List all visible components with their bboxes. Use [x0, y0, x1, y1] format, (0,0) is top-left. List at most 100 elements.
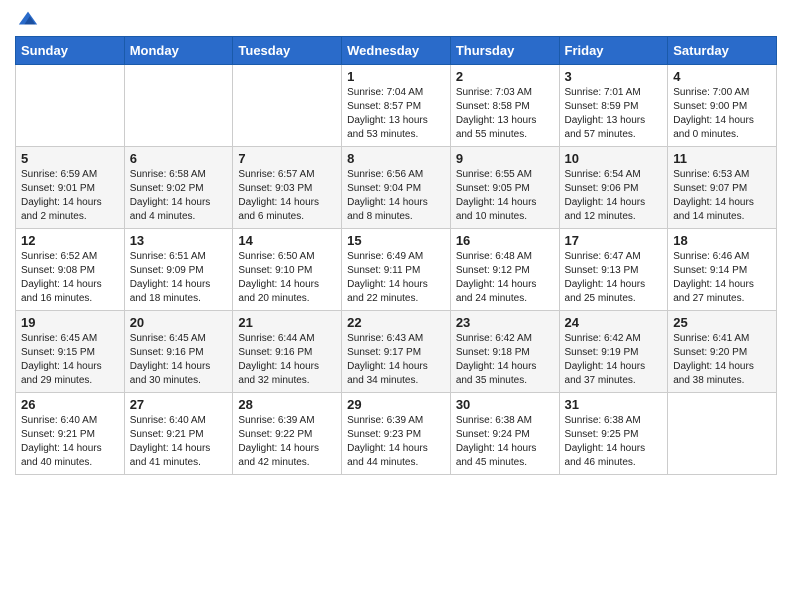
day-info: Sunrise: 6:46 AM Sunset: 9:14 PM Dayligh…	[673, 250, 771, 306]
calendar-day-cell: 27 Sunrise: 6:40 AM Sunset: 9:21 PM Dayli…	[124, 393, 233, 475]
day-number: 25	[673, 315, 771, 330]
calendar-day-cell: 23 Sunrise: 6:42 AM Sunset: 9:18 PM Dayli…	[450, 311, 559, 393]
day-info: Sunrise: 6:59 AM Sunset: 9:01 PM Dayligh…	[21, 168, 119, 224]
day-info: Sunrise: 6:50 AM Sunset: 9:10 PM Dayligh…	[238, 250, 336, 306]
day-info: Sunrise: 6:38 AM Sunset: 9:25 PM Dayligh…	[565, 414, 663, 470]
calendar-day-cell: 30 Sunrise: 6:38 AM Sunset: 9:24 PM Dayli…	[450, 393, 559, 475]
day-info: Sunrise: 6:40 AM Sunset: 9:21 PM Dayligh…	[21, 414, 119, 470]
day-number: 22	[347, 315, 445, 330]
day-info: Sunrise: 7:03 AM Sunset: 8:58 PM Dayligh…	[456, 86, 554, 142]
calendar-day-cell: 15 Sunrise: 6:49 AM Sunset: 9:11 PM Dayli…	[342, 229, 451, 311]
day-number: 30	[456, 397, 554, 412]
day-number: 3	[565, 69, 663, 84]
day-info: Sunrise: 6:49 AM Sunset: 9:11 PM Dayligh…	[347, 250, 445, 306]
day-info: Sunrise: 7:00 AM Sunset: 9:00 PM Dayligh…	[673, 86, 771, 142]
day-info: Sunrise: 6:53 AM Sunset: 9:07 PM Dayligh…	[673, 168, 771, 224]
day-info: Sunrise: 6:56 AM Sunset: 9:04 PM Dayligh…	[347, 168, 445, 224]
day-info: Sunrise: 6:40 AM Sunset: 9:21 PM Dayligh…	[130, 414, 228, 470]
calendar-day-cell: 21 Sunrise: 6:44 AM Sunset: 9:16 PM Dayli…	[233, 311, 342, 393]
day-info: Sunrise: 6:58 AM Sunset: 9:02 PM Dayligh…	[130, 168, 228, 224]
calendar-day-cell: 5 Sunrise: 6:59 AM Sunset: 9:01 PM Daylig…	[16, 147, 125, 229]
day-number: 6	[130, 151, 228, 166]
calendar-day-cell: 14 Sunrise: 6:50 AM Sunset: 9:10 PM Dayli…	[233, 229, 342, 311]
day-info: Sunrise: 6:39 AM Sunset: 9:22 PM Dayligh…	[238, 414, 336, 470]
calendar-day-cell: 8Sunrise: 6:56 AM Sunset: 9:04 PM Daylig…	[342, 147, 451, 229]
day-number: 27	[130, 397, 228, 412]
day-info: Sunrise: 6:54 AM Sunset: 9:06 PM Dayligh…	[565, 168, 663, 224]
day-number: 17	[565, 233, 663, 248]
day-number: 19	[21, 315, 119, 330]
day-of-week-header: Thursday	[450, 37, 559, 65]
calendar-week-row: 12Sunrise: 6:52 AM Sunset: 9:08 PM Dayli…	[16, 229, 777, 311]
calendar-day-cell: 16 Sunrise: 6:48 AM Sunset: 9:12 PM Dayli…	[450, 229, 559, 311]
day-of-week-header: Friday	[559, 37, 668, 65]
day-info: Sunrise: 6:47 AM Sunset: 9:13 PM Dayligh…	[565, 250, 663, 306]
day-info: Sunrise: 6:45 AM Sunset: 9:16 PM Dayligh…	[130, 332, 228, 388]
day-info: Sunrise: 6:55 AM Sunset: 9:05 PM Dayligh…	[456, 168, 554, 224]
day-info: Sunrise: 6:51 AM Sunset: 9:09 PM Dayligh…	[130, 250, 228, 306]
day-number: 9	[456, 151, 554, 166]
calendar-day-cell: 29 Sunrise: 6:39 AM Sunset: 9:23 PM Dayli…	[342, 393, 451, 475]
day-number: 28	[238, 397, 336, 412]
calendar-empty-cell	[124, 65, 233, 147]
calendar-day-cell: 31 Sunrise: 6:38 AM Sunset: 9:25 PM Dayli…	[559, 393, 668, 475]
calendar-day-cell: 4Sunrise: 7:00 AM Sunset: 9:00 PM Daylig…	[668, 65, 777, 147]
calendar-week-row: 1 Sunrise: 7:04 AM Sunset: 8:57 PM Daylig…	[16, 65, 777, 147]
calendar-day-cell: 28 Sunrise: 6:39 AM Sunset: 9:22 PM Dayli…	[233, 393, 342, 475]
calendar-day-cell: 24 Sunrise: 6:42 AM Sunset: 9:19 PM Dayli…	[559, 311, 668, 393]
day-number: 15	[347, 233, 445, 248]
calendar-header-row: SundayMondayTuesdayWednesdayThursdayFrid…	[16, 37, 777, 65]
calendar-week-row: 19 Sunrise: 6:45 AM Sunset: 9:15 PM Dayli…	[16, 311, 777, 393]
day-number: 23	[456, 315, 554, 330]
calendar-day-cell: 3Sunrise: 7:01 AM Sunset: 8:59 PM Daylig…	[559, 65, 668, 147]
day-info: Sunrise: 6:52 AM Sunset: 9:08 PM Dayligh…	[21, 250, 119, 306]
calendar-day-cell: 7 Sunrise: 6:57 AM Sunset: 9:03 PM Daylig…	[233, 147, 342, 229]
calendar-week-row: 5 Sunrise: 6:59 AM Sunset: 9:01 PM Daylig…	[16, 147, 777, 229]
day-info: Sunrise: 6:57 AM Sunset: 9:03 PM Dayligh…	[238, 168, 336, 224]
day-number: 29	[347, 397, 445, 412]
calendar-day-cell: 12Sunrise: 6:52 AM Sunset: 9:08 PM Dayli…	[16, 229, 125, 311]
day-number: 7	[238, 151, 336, 166]
day-number: 24	[565, 315, 663, 330]
day-number: 31	[565, 397, 663, 412]
calendar-day-cell: 9 Sunrise: 6:55 AM Sunset: 9:05 PM Daylig…	[450, 147, 559, 229]
day-number: 26	[21, 397, 119, 412]
day-info: Sunrise: 6:42 AM Sunset: 9:19 PM Dayligh…	[565, 332, 663, 388]
day-info: Sunrise: 6:45 AM Sunset: 9:15 PM Dayligh…	[21, 332, 119, 388]
day-info: Sunrise: 7:04 AM Sunset: 8:57 PM Dayligh…	[347, 86, 445, 142]
calendar-day-cell: 19 Sunrise: 6:45 AM Sunset: 9:15 PM Dayli…	[16, 311, 125, 393]
day-info: Sunrise: 6:43 AM Sunset: 9:17 PM Dayligh…	[347, 332, 445, 388]
day-of-week-header: Tuesday	[233, 37, 342, 65]
day-info: Sunrise: 6:41 AM Sunset: 9:20 PM Dayligh…	[673, 332, 771, 388]
day-info: Sunrise: 6:39 AM Sunset: 9:23 PM Dayligh…	[347, 414, 445, 470]
calendar-day-cell: 13 Sunrise: 6:51 AM Sunset: 9:09 PM Dayli…	[124, 229, 233, 311]
calendar-day-cell: 1 Sunrise: 7:04 AM Sunset: 8:57 PM Daylig…	[342, 65, 451, 147]
day-info: Sunrise: 6:48 AM Sunset: 9:12 PM Dayligh…	[456, 250, 554, 306]
day-number: 14	[238, 233, 336, 248]
day-info: Sunrise: 6:42 AM Sunset: 9:18 PM Dayligh…	[456, 332, 554, 388]
logo	[15, 10, 39, 26]
logo-icon	[17, 8, 39, 30]
calendar-day-cell: 6 Sunrise: 6:58 AM Sunset: 9:02 PM Daylig…	[124, 147, 233, 229]
page: SundayMondayTuesdayWednesdayThursdayFrid…	[0, 0, 792, 490]
calendar-day-cell: 18 Sunrise: 6:46 AM Sunset: 9:14 PM Dayli…	[668, 229, 777, 311]
day-number: 18	[673, 233, 771, 248]
day-number: 21	[238, 315, 336, 330]
day-info: Sunrise: 6:44 AM Sunset: 9:16 PM Dayligh…	[238, 332, 336, 388]
day-of-week-header: Wednesday	[342, 37, 451, 65]
day-number: 16	[456, 233, 554, 248]
header	[15, 10, 777, 26]
day-of-week-header: Monday	[124, 37, 233, 65]
day-number: 20	[130, 315, 228, 330]
calendar-empty-cell	[16, 65, 125, 147]
calendar-empty-cell	[233, 65, 342, 147]
day-number: 2	[456, 69, 554, 84]
calendar-day-cell: 11Sunrise: 6:53 AM Sunset: 9:07 PM Dayli…	[668, 147, 777, 229]
day-number: 1	[347, 69, 445, 84]
day-number: 10	[565, 151, 663, 166]
day-info: Sunrise: 6:38 AM Sunset: 9:24 PM Dayligh…	[456, 414, 554, 470]
calendar-day-cell: 10 Sunrise: 6:54 AM Sunset: 9:06 PM Dayli…	[559, 147, 668, 229]
day-number: 5	[21, 151, 119, 166]
day-number: 13	[130, 233, 228, 248]
day-of-week-header: Saturday	[668, 37, 777, 65]
